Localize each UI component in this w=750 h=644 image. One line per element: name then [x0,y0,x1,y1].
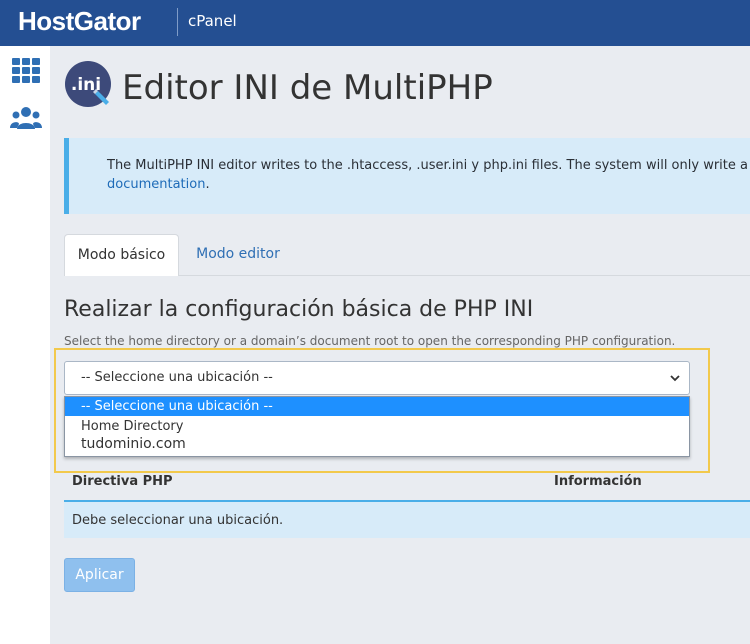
documentation-link[interactable]: documentation [107,177,205,192]
dropdown-option-domain[interactable]: tudominio.com [65,435,689,454]
tab-modo-editor[interactable]: Modo editor [180,234,296,276]
table-header-info: Información [554,474,642,489]
dropdown-option-select-location[interactable]: -- Seleccione una ubicación -- [65,397,689,416]
product-name: cPanel [188,12,237,30]
tab-modo-basico[interactable]: Modo básico [64,234,179,276]
top-bar: HostGator cPanel [0,0,750,46]
table-message: Debe seleccionar una ubicación. [64,500,750,538]
location-select[interactable]: -- Seleccione una ubicación -- [64,361,690,395]
section-title: Realizar la configuración básica de PHP … [64,297,534,322]
dropdown-option-home-directory[interactable]: Home Directory [65,417,689,436]
table-header-directive: Directiva PHP [72,474,173,489]
users-icon[interactable] [10,104,42,134]
location-dropdown-list: -- Seleccione una ubicación -- Home Dire… [64,396,690,457]
info-alert: The MultiPHP INI editor writes to the .h… [64,138,750,214]
brand-logo[interactable]: HostGator [18,6,141,37]
brand-divider [177,8,178,36]
ini-file-icon: .ini [65,61,111,107]
documentation-link-row: documentation. [107,177,210,192]
page-title: Editor INI de MultiPHP [122,68,493,108]
location-select-value: -- Seleccione una ubicación -- [81,370,273,385]
sidebar [0,46,50,644]
info-text: The MultiPHP INI editor writes to the .h… [107,158,750,173]
info-period: . [205,177,210,192]
grid-icon[interactable] [10,56,42,86]
chevron-down-icon [670,375,680,382]
section-subtitle: Select the home directory or a domain’s … [64,334,676,348]
apply-button[interactable]: Aplicar [64,558,135,592]
